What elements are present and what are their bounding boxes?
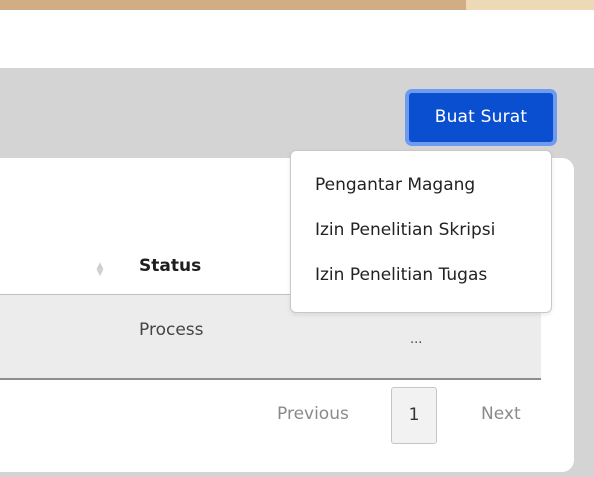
dropdown-item-pengantar-magang[interactable]: Pengantar Magang <box>315 175 475 195</box>
column-header-status[interactable]: Status <box>139 256 201 276</box>
pagination-next[interactable]: Next <box>481 404 521 424</box>
create-letter-dropdown-menu: Pengantar Magang Izin Penelitian Skripsi… <box>290 150 552 313</box>
dropdown-item-izin-penelitian-skripsi[interactable]: Izin Penelitian Skripsi <box>315 220 495 240</box>
top-banner-accent <box>0 0 466 10</box>
sort-arrows-icon[interactable]: ▲ ▼ <box>94 262 106 279</box>
dropdown-item-izin-penelitian-tugas[interactable]: Izin Penelitian Tugas <box>315 265 487 285</box>
create-letter-button[interactable]: Buat Surat <box>405 89 557 146</box>
pagination-page-1[interactable]: 1 <box>391 387 437 444</box>
top-banner <box>0 0 594 10</box>
row-divider <box>0 378 541 380</box>
pagination-previous[interactable]: Previous <box>277 404 349 424</box>
cell-status: Process <box>139 320 204 340</box>
cell-action: ... <box>410 332 423 347</box>
